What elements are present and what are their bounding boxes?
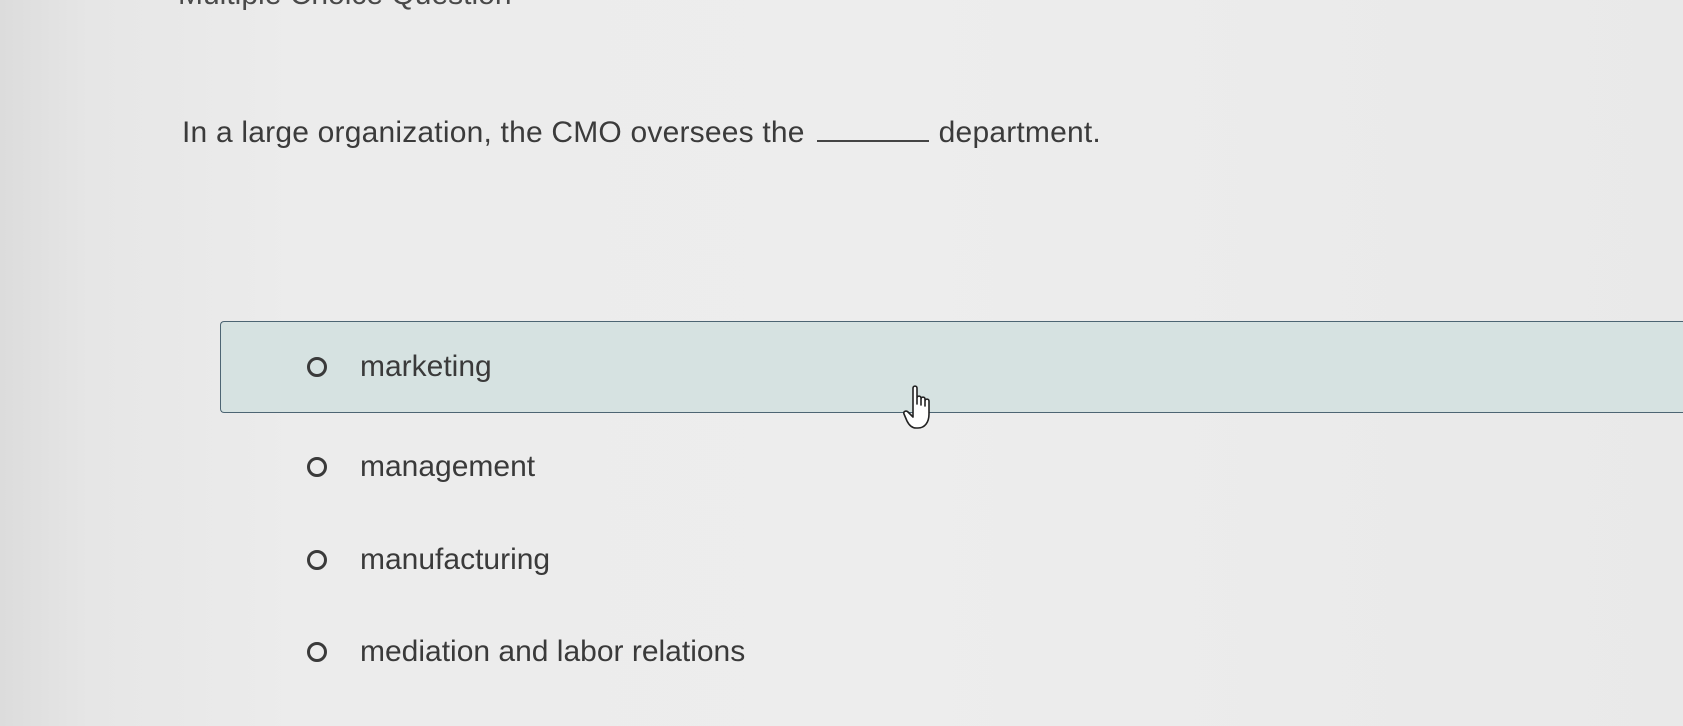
radio-button-icon[interactable] bbox=[307, 357, 327, 377]
option-label: marketing bbox=[360, 350, 492, 383]
option-label: management bbox=[360, 450, 536, 483]
answer-options: marketing management manufacturing media… bbox=[0, 0, 1683, 726]
option-marketing[interactable]: marketing bbox=[220, 321, 1683, 413]
option-management[interactable]: management bbox=[220, 421, 1683, 513]
hand-pointer-icon bbox=[903, 385, 930, 429]
option-manufacturing[interactable]: manufacturing bbox=[220, 514, 1683, 606]
radio-button-icon[interactable] bbox=[307, 642, 327, 662]
option-label: mediation and labor relations bbox=[360, 635, 746, 668]
option-mediation-and-labor-relations[interactable]: mediation and labor relations bbox=[220, 606, 1683, 698]
radio-button-icon[interactable] bbox=[307, 457, 327, 477]
radio-button-icon[interactable] bbox=[307, 550, 327, 570]
option-label: manufacturing bbox=[360, 543, 551, 576]
